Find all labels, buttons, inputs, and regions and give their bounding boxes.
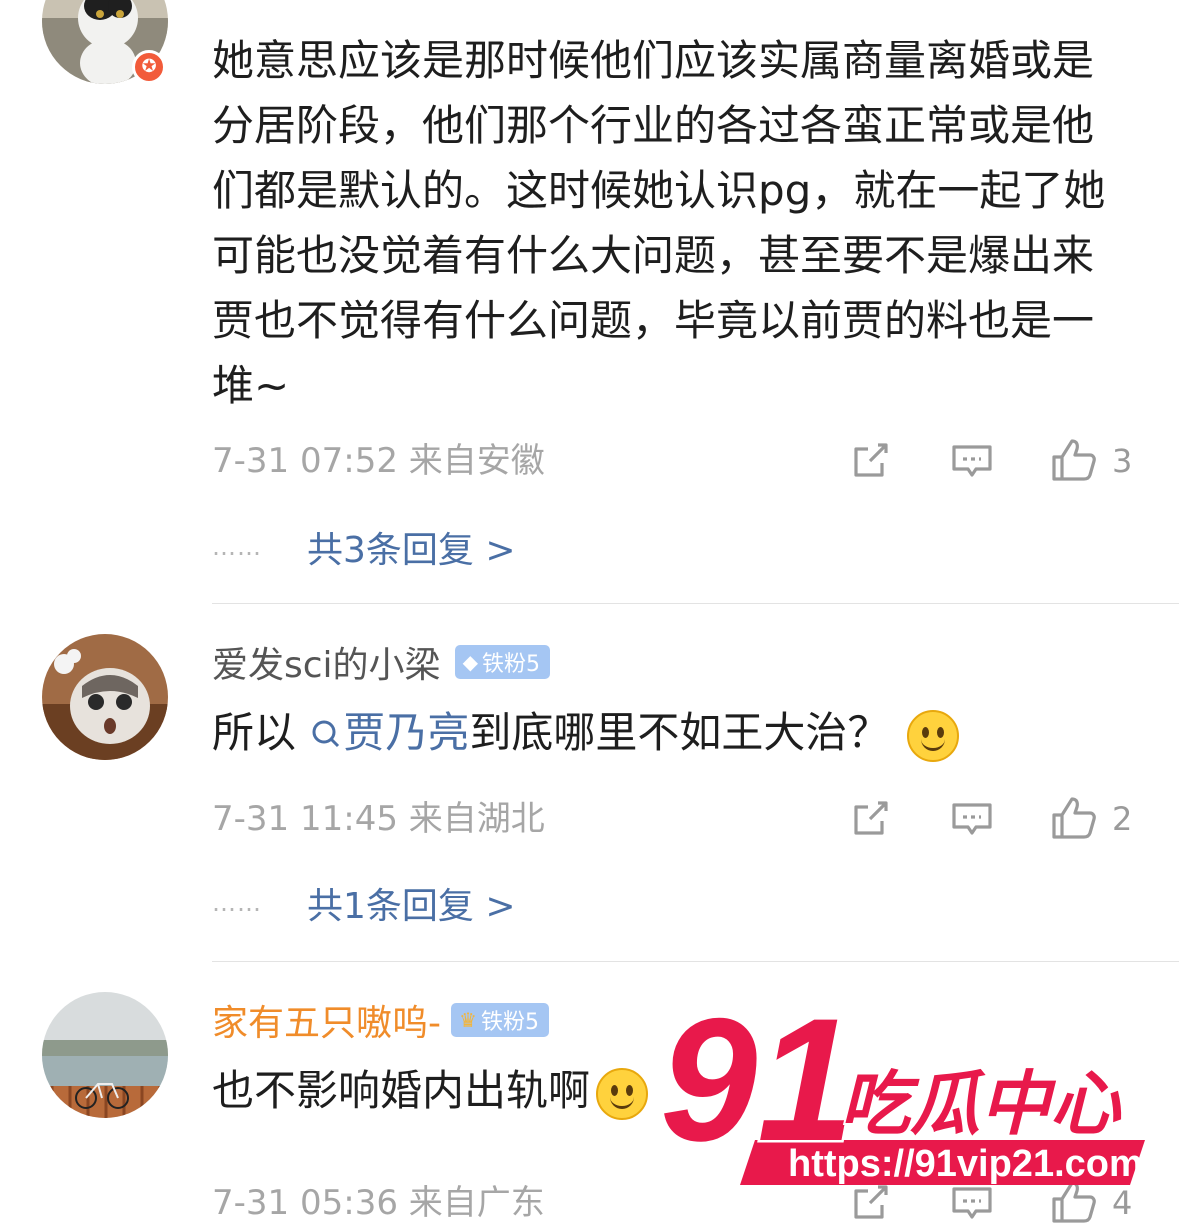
username[interactable]: 爱发sci的小梁	[212, 636, 441, 688]
comment-text-suffix: 到底哪里不如王大治？	[469, 708, 890, 757]
view-replies-link[interactable]: 共3条回复 >	[307, 521, 516, 573]
divider	[212, 603, 1179, 604]
repost-button[interactable]	[848, 436, 892, 486]
like-count: 2	[1112, 800, 1133, 838]
like-button[interactable]: 3	[1050, 436, 1132, 486]
avatar[interactable]	[42, 992, 168, 1118]
laughing-tears-emoji-icon	[596, 1067, 649, 1120]
comment-icon	[952, 803, 992, 835]
comment-icon	[952, 445, 992, 477]
diamond-icon: ◆	[462, 650, 478, 674]
username[interactable]: 家有五只嗷呜-	[212, 994, 441, 1046]
search-icon	[312, 720, 340, 748]
comment-meta-row: 7-31 07:52 来自安徽 3	[212, 436, 1142, 486]
view-replies-link[interactable]: 共1条回复 >	[307, 877, 516, 929]
topic-text: 贾乃亮	[343, 708, 470, 757]
timestamp-location: 7-31 11:45 来自湖北	[212, 799, 545, 839]
repost-icon	[854, 443, 888, 477]
verified-badge-icon: ✪	[132, 50, 166, 84]
username-row: 家有五只嗷呜- ♛ 铁粉5	[212, 995, 549, 1045]
like-count: 3	[1112, 442, 1133, 480]
fan-badge: ♛ 铁粉5	[451, 1003, 549, 1037]
like-button[interactable]: 2	[1050, 794, 1132, 844]
replies-row: …… 共3条回复 >	[212, 522, 516, 572]
dots: ……	[212, 533, 262, 561]
timestamp-location: 7-31 05:36 来自广东	[212, 1183, 545, 1223]
fan-badge: ◆ 铁粉5	[454, 645, 550, 679]
timestamp-location: 7-31 07:52 来自安徽	[212, 441, 545, 481]
comment-meta-row: 7-31 11:45 来自湖北 2	[212, 794, 1142, 844]
dots: ……	[212, 889, 262, 917]
comment-text-prefix: 所以	[212, 708, 310, 757]
fan-badge-label: 铁粉5	[481, 652, 540, 677]
repost-button[interactable]	[848, 794, 892, 844]
comment-text-body: 也不影响婚内出轨啊	[212, 1066, 591, 1115]
divider	[212, 961, 1179, 962]
comment-text: 所以 贾乃亮到底哪里不如王大治？	[212, 700, 1122, 765]
username-row: 爱发sci的小梁 ◆ 铁粉5	[212, 637, 550, 687]
comment-text: 她意思应该是那时候他们应该实属商量离婚或是分居阶段，他们那个行业的各过各蛮正常或…	[212, 36, 1106, 410]
topic-link[interactable]: 贾乃亮	[309, 708, 469, 757]
replies-row: …… 共1条回复 >	[212, 878, 516, 928]
avatar[interactable]	[42, 634, 168, 760]
thumbs-up-icon	[1052, 797, 1096, 839]
smile-emoji-icon	[907, 709, 960, 762]
comment-button[interactable]	[950, 794, 994, 844]
repost-icon	[854, 801, 888, 835]
crown-icon: ♛	[459, 1008, 477, 1032]
watermark-logo: 91 吃瓜中心 https://91vip21.com	[660, 1000, 1145, 1185]
watermark-brand: 吃瓜中心	[840, 1063, 1122, 1145]
comment-button[interactable]	[950, 436, 994, 486]
thumbs-up-icon	[1052, 439, 1096, 481]
watermark-url: https://91vip21.com	[788, 1143, 1143, 1185]
fan-badge-label: 铁粉5	[480, 1010, 539, 1035]
